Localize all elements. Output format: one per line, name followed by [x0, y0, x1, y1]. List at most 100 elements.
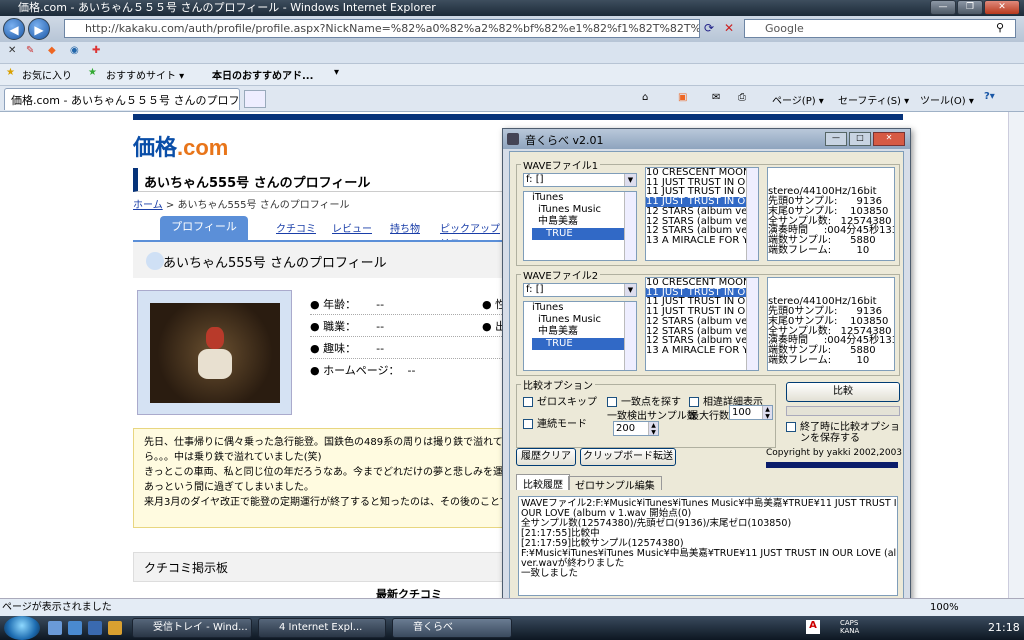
- mail-icon[interactable]: ✉: [712, 92, 720, 103]
- oto-close-button[interactable]: ✕: [873, 132, 905, 146]
- page-menu[interactable]: ページ(P) ▾: [772, 92, 824, 107]
- navigation-bar: ◀ ▶ http://kakaku.com/auth/profile/profi…: [0, 16, 1024, 42]
- mask: [206, 327, 224, 349]
- new-tab-button[interactable]: [244, 90, 266, 108]
- task-otokurabe[interactable]: 音くらべ: [392, 618, 512, 638]
- profile-heading: あいちゃん555号 さんのプロフィール: [133, 240, 503, 278]
- tab-history[interactable]: 比較履歴: [516, 474, 570, 491]
- wave1-folder-list[interactable]: iTunes iTunes Music 中島美嘉 TRUE: [523, 191, 637, 261]
- window-title: 価格.com - あいちゃん５５５号 さんのプロフィール - Windows I…: [18, 1, 436, 14]
- address-field[interactable]: http://kakaku.com/auth/profile/profile.a…: [64, 19, 700, 38]
- taskbar: 受信トレイ - Wind... 4 Internet Expl... 音くらべ …: [0, 616, 1024, 640]
- favorites-bar: ★ お気に入り ★ おすすめサイト ▾ 本日のおすすめアド... ▾: [0, 64, 1024, 86]
- tab-zero-edit[interactable]: ゼロサンプル編集: [568, 476, 662, 492]
- folder-icon[interactable]: [108, 621, 122, 635]
- zoom-level[interactable]: 100%: [930, 599, 959, 616]
- copyright: Copyright by yakki 2002,2003: [766, 448, 903, 458]
- window-switcher-icon[interactable]: [88, 621, 102, 635]
- file-item[interactable]: 13 A MIRACLE FOR YO: [646, 236, 758, 246]
- ime-icon[interactable]: A: [806, 620, 820, 634]
- tab-profile[interactable]: プロフィール: [160, 216, 248, 240]
- toolbar-icon[interactable]: ◆: [48, 45, 56, 56]
- tab-items[interactable]: 持ち物: [390, 220, 420, 235]
- figure-body: [198, 349, 232, 379]
- compare-button[interactable]: 比較: [786, 382, 900, 402]
- zero-skip-checkbox[interactable]: ゼロスキップ: [523, 393, 597, 408]
- wave2-folder-list[interactable]: iTunes iTunes Music 中島美嘉 TRUE: [523, 301, 637, 371]
- add-favorites-icon[interactable]: ★: [88, 67, 97, 78]
- toolbar-icon[interactable]: ✚: [92, 45, 100, 56]
- folder-item-selected[interactable]: TRUE: [532, 228, 636, 240]
- search-input[interactable]: Google: [744, 19, 1016, 38]
- toolbar-icon[interactable]: ◉: [70, 45, 79, 56]
- close-toolbar-icon[interactable]: ✕: [8, 45, 16, 56]
- wave2-group: WAVEファイル2 f: [] ▼ iTunes iTunes Music 中島美…: [516, 267, 900, 376]
- continuous-checkbox[interactable]: 連続モード: [523, 415, 587, 430]
- safety-menu[interactable]: セーフティ(S) ▾: [838, 92, 909, 107]
- feeds-icon[interactable]: ▣: [678, 92, 687, 103]
- tools-menu[interactable]: ツール(O) ▾: [920, 92, 974, 107]
- task-mail[interactable]: 受信トレイ - Wind...: [132, 618, 252, 638]
- breadcrumb-home[interactable]: ホーム: [133, 200, 163, 211]
- search-icon[interactable]: ⚲: [996, 21, 1004, 34]
- match-point-checkbox[interactable]: 一致点を探す: [607, 393, 681, 408]
- user-icon: [146, 252, 164, 270]
- clock: 21:18: [988, 621, 1020, 634]
- show-desktop-icon[interactable]: [48, 621, 62, 635]
- otokurabe-window: 音くらべ v2.01 — □ ✕ WAVEファイル1 f: [] ▼ iTunes…: [502, 128, 911, 604]
- wave2-drive-select[interactable]: f: [] ▼: [523, 283, 637, 297]
- fav-link-2[interactable]: 本日のおすすめアド...: [212, 67, 313, 82]
- refresh-icon[interactable]: ⟳: [704, 21, 714, 35]
- favorites-button[interactable]: お気に入り: [22, 67, 72, 82]
- oto-minimize-button[interactable]: —: [825, 132, 847, 146]
- system-tray: A CAPS KANA 21:18: [800, 616, 1024, 640]
- wave2-file-list[interactable]: 10 CRESCENT MOON.w 11 JUST TRUST IN OU 1…: [645, 277, 759, 371]
- home-icon[interactable]: ⌂: [642, 92, 648, 103]
- minimize-button[interactable]: —: [930, 0, 956, 15]
- save-options-checkbox[interactable]: 終了時に比較オプションを保存する: [786, 422, 900, 444]
- page-scrollbar[interactable]: [1008, 112, 1024, 598]
- folder-item[interactable]: 中島美嘉: [532, 216, 636, 228]
- app-icon: [507, 133, 519, 145]
- folder-item-selected[interactable]: TRUE: [532, 338, 636, 350]
- wave1-group: WAVEファイル1 f: [] ▼ iTunes iTunes Music 中島美…: [516, 157, 900, 266]
- browser-tab[interactable]: 価格.com - あいちゃん５５５号 さんのプロフ...: [4, 88, 240, 110]
- field-age: ● 年齢： --: [310, 298, 385, 311]
- back-button[interactable]: ◀: [3, 18, 25, 40]
- fav-link-1[interactable]: おすすめサイト ▾: [106, 67, 184, 82]
- divider: [310, 336, 510, 337]
- tab-kuchikomi[interactable]: クチコミ: [276, 220, 316, 235]
- breadcrumb: ホーム > あいちゃん555号 さんのプロフィール: [133, 200, 350, 211]
- toolbar-icon[interactable]: ✎: [26, 45, 34, 56]
- folder-item[interactable]: iTunes: [532, 302, 636, 314]
- maxrows-spinner[interactable]: 100 ▲ ▼: [729, 405, 773, 420]
- stop-icon[interactable]: ✕: [724, 21, 734, 35]
- profile-photo-frame: [137, 290, 292, 415]
- maximize-button[interactable]: ❐: [957, 0, 983, 15]
- task-ie[interactable]: 4 Internet Expl...: [258, 618, 386, 638]
- clipboard-button[interactable]: クリップボード転送: [580, 448, 676, 466]
- tab-review[interactable]: レビュー: [332, 220, 372, 235]
- compare-log[interactable]: WAVEファイル2:F:¥Music¥iTunes¥iTunes Music¥中…: [518, 496, 898, 596]
- folder-item[interactable]: iTunes Music: [532, 204, 636, 216]
- file-item[interactable]: 13 A MIRACLE FOR YO: [646, 346, 758, 356]
- wave1-drive-select[interactable]: f: [] ▼: [523, 173, 637, 187]
- oto-maximize-button[interactable]: □: [849, 132, 871, 146]
- folder-item[interactable]: iTunes: [532, 192, 636, 204]
- history-clear-button[interactable]: 履歴クリア: [516, 448, 576, 466]
- folder-item[interactable]: iTunes Music: [532, 314, 636, 326]
- favorites-star-icon[interactable]: ★: [6, 67, 15, 78]
- header-bar: [133, 114, 903, 120]
- samples-spinner[interactable]: 200 ▲ ▼: [613, 421, 659, 436]
- chevron-down-icon[interactable]: ▾: [334, 67, 339, 78]
- folder-item[interactable]: 中島美嘉: [532, 326, 636, 338]
- wave2-info: stereo/44100Hz/16bit 先頭0サンプル: 9136 末尾0サンプル…: [767, 277, 895, 371]
- close-button[interactable]: ✕: [984, 0, 1020, 15]
- ie-quicklaunch-icon[interactable]: [68, 621, 82, 635]
- print-icon[interactable]: ⎙: [738, 92, 746, 103]
- forward-button[interactable]: ▶: [28, 18, 50, 40]
- site-logo[interactable]: 価格.com: [133, 130, 228, 162]
- help-icon[interactable]: ?▾: [984, 91, 995, 102]
- wave1-file-list[interactable]: 10 CRESCENT MOON.w 11 JUST TRUST IN OU 1…: [645, 167, 759, 261]
- start-button[interactable]: [4, 616, 40, 640]
